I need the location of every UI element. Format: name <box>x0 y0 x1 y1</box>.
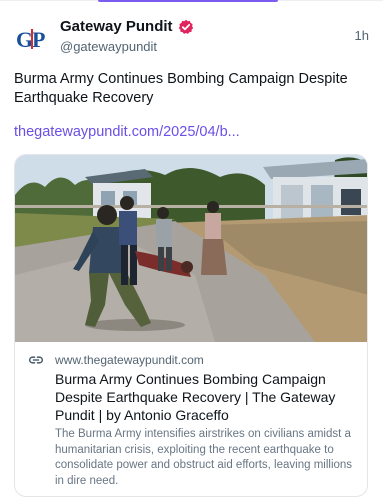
post[interactable]: G P Gateway Pundit @gatewaypundit 1h Bur… <box>0 0 383 500</box>
card-description: The Burma Army intensifies airstrikes on… <box>55 428 353 487</box>
link-preview-card[interactable]: www.thegatewaypundit.com Burma Army Cont… <box>14 154 368 497</box>
news-photo <box>15 155 367 342</box>
post-text: Burma Army Continues Bombing Campaign De… <box>14 71 348 106</box>
link-icon <box>27 351 45 369</box>
display-name-row: Gateway Pundit <box>60 18 194 36</box>
post-header: G P Gateway Pundit @gatewaypundit 1h <box>14 16 369 57</box>
card-title[interactable]: Burma Army Continues Bombing Campaign De… <box>55 370 357 424</box>
author-block: Gateway Pundit @gatewaypundit <box>60 18 194 56</box>
svg-text:P: P <box>32 27 45 52</box>
svg-text:G: G <box>16 27 33 52</box>
verified-badge-icon <box>178 19 194 35</box>
card-image <box>15 155 367 342</box>
avatar[interactable]: G P <box>14 21 50 57</box>
card-domain-row: www.thegatewaypundit.com <box>27 351 357 369</box>
post-link[interactable]: thegatewaypundit.com/2025/04/b... <box>14 123 240 141</box>
post-timestamp[interactable]: 1h <box>355 28 369 43</box>
card-domain: www.thegatewaypundit.com <box>55 353 204 367</box>
author-handle[interactable]: @gatewaypundit <box>60 38 194 56</box>
display-name[interactable]: Gateway Pundit <box>60 18 173 36</box>
card-body: www.thegatewaypundit.com Burma Army Cont… <box>15 342 367 489</box>
gateway-pundit-logo-icon: G P <box>16 27 45 52</box>
